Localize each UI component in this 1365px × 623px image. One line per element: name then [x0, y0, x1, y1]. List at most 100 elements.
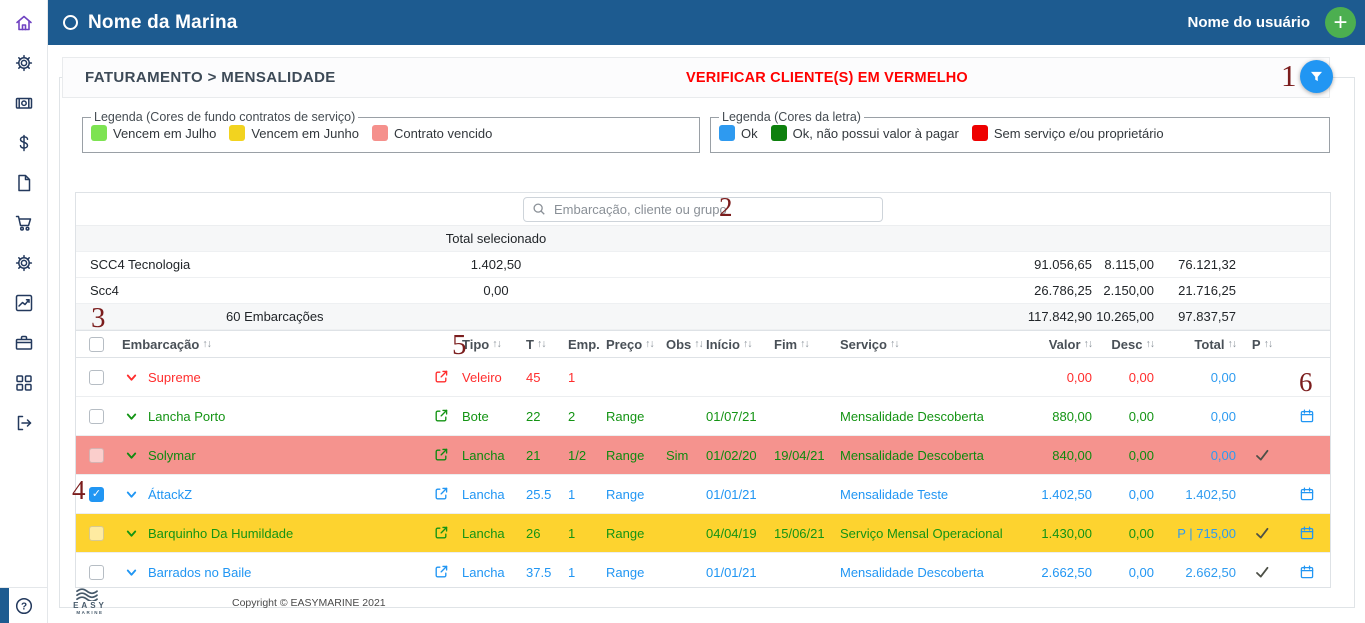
cell-inicio: 04/04/19	[702, 526, 770, 541]
cart-icon	[14, 213, 34, 233]
boat-name[interactable]: ÁttackZ	[144, 487, 424, 502]
open-external-icon[interactable]	[424, 564, 458, 580]
table-row[interactable]: Barrados no Baile Lancha 37.5 1 Range 01…	[76, 553, 1330, 588]
legend-title: Legenda (Cores da letra)	[719, 110, 864, 124]
column-header-valor[interactable]: Valor↑↓	[1006, 337, 1096, 352]
boat-name[interactable]: Barrados no Baile	[144, 565, 424, 580]
sort-icon[interactable]: ↑↓	[1084, 338, 1093, 350]
sort-icon[interactable]: ↑↓	[890, 338, 899, 350]
sort-icon[interactable]: ↑↓	[492, 338, 501, 350]
sidebar-item-settings[interactable]	[13, 53, 35, 73]
open-external-icon[interactable]	[424, 525, 458, 541]
column-header-servico[interactable]: Serviço↑↓	[836, 337, 1006, 352]
sort-icon[interactable]: ↑↓	[1264, 338, 1273, 350]
row-checkbox[interactable]	[89, 370, 104, 385]
search-box[interactable]	[523, 197, 883, 222]
cell-emp: 2	[564, 409, 602, 424]
sidebar-item-purchases[interactable]	[13, 213, 35, 233]
boat-name[interactable]: Lancha Porto	[144, 409, 424, 424]
cell-emp: 1	[564, 487, 602, 502]
boat-name[interactable]: Barquinho Da Humildade	[144, 526, 424, 541]
column-header-t[interactable]: T↑↓	[522, 337, 564, 352]
cell-emp: 1	[564, 565, 602, 580]
table-row[interactable]: Solymar Lancha 21 1/2 Range Sim 01/02/20…	[76, 436, 1330, 475]
column-header-obs[interactable]: Obs↑↓	[662, 337, 702, 352]
column-header-preco[interactable]: Preço↑↓	[602, 337, 662, 352]
sidebar-item-logout[interactable]	[13, 413, 35, 433]
column-header-desc[interactable]: Desc↑↓	[1096, 337, 1158, 352]
sidebar-item-services[interactable]	[13, 333, 35, 353]
row-checkbox[interactable]	[89, 526, 104, 541]
open-external-icon[interactable]	[424, 447, 458, 463]
table-header-row: Embarcação↑↓ Tipo↑↓T↑↓Emp.Preço↑↓Obs↑↓In…	[76, 330, 1330, 358]
sidebar-item-home[interactable]	[13, 13, 35, 33]
column-header-total[interactable]: Total↑↓	[1158, 337, 1240, 352]
sidebar-item-payments[interactable]	[13, 93, 35, 113]
filter-button[interactable]	[1300, 60, 1333, 93]
chart-icon	[14, 293, 34, 313]
cell-emp: 1	[564, 526, 602, 541]
calendar-icon[interactable]	[1284, 486, 1330, 502]
sort-icon[interactable]: ↑↓	[537, 338, 546, 350]
svg-text:?: ?	[20, 601, 26, 612]
summary-label: Scc4	[76, 283, 376, 298]
calendar-icon[interactable]	[1284, 564, 1330, 580]
legend-swatch-icon	[719, 125, 735, 141]
open-external-icon[interactable]	[424, 408, 458, 424]
expand-chevron-icon[interactable]	[118, 410, 144, 423]
paid-check-icon	[1240, 564, 1284, 580]
open-external-icon[interactable]	[424, 369, 458, 385]
row-checkbox[interactable]	[89, 409, 104, 424]
sort-icon[interactable]: ↑↓	[694, 338, 702, 350]
cell-inicio: 01/02/20	[702, 448, 770, 463]
cell-preco: Range	[602, 487, 662, 502]
column-header-embarcacao[interactable]: Embarcação↑↓	[118, 337, 458, 352]
expand-chevron-icon[interactable]	[118, 488, 144, 501]
sidebar-item-modules[interactable]	[13, 373, 35, 393]
boat-name[interactable]: Solymar	[144, 448, 424, 463]
expand-chevron-icon[interactable]	[118, 449, 144, 462]
column-header-inicio[interactable]: Início↑↓	[702, 337, 770, 352]
calendar-icon[interactable]	[1284, 408, 1330, 424]
calendar-icon[interactable]	[1284, 447, 1330, 463]
sidebar-item-reports[interactable]	[13, 293, 35, 313]
column-header-emp[interactable]: Emp.	[564, 337, 602, 352]
legend-label: Contrato vencido	[394, 126, 492, 141]
expand-chevron-icon[interactable]	[118, 527, 144, 540]
add-button[interactable]: +	[1325, 7, 1356, 38]
user-name[interactable]: Nome do usuário	[1187, 14, 1310, 31]
sort-icon[interactable]: ↑↓	[645, 338, 654, 350]
search-input[interactable]	[552, 201, 874, 218]
sort-icon[interactable]: ↑↓	[800, 338, 809, 350]
select-all-checkbox[interactable]	[89, 337, 104, 352]
cell-preco: Range	[602, 526, 662, 541]
column-header-tipo[interactable]: Tipo↑↓	[458, 337, 522, 352]
search-row	[76, 193, 1330, 226]
expand-chevron-icon[interactable]	[118, 371, 144, 384]
sidebar-item-operations[interactable]	[13, 253, 35, 273]
table-row[interactable]: Lancha Porto Bote 22 2 Range 01/07/21 Me…	[76, 397, 1330, 436]
calendar-icon[interactable]	[1284, 525, 1330, 541]
column-header-p[interactable]: P↑↓	[1240, 337, 1284, 352]
sort-icon[interactable]: ↑↓	[1146, 338, 1155, 350]
row-checkbox[interactable]: ✓	[89, 487, 104, 502]
table-row[interactable]: ✓ ÁttackZ Lancha 25.5 1 Range 01/01/21 M…	[76, 475, 1330, 514]
sort-icon[interactable]: ↑↓	[743, 338, 752, 350]
row-checkbox[interactable]	[89, 565, 104, 580]
boat-name[interactable]: Supreme	[144, 370, 424, 385]
open-external-icon[interactable]	[424, 486, 458, 502]
sidebar-item-financial[interactable]	[13, 133, 35, 153]
table-row[interactable]: Supreme Veleiro 45 1 0,00 0,00 0,00	[76, 358, 1330, 397]
table-row[interactable]: Barquinho Da Humildade Lancha 26 1 Range…	[76, 514, 1330, 553]
sort-icon[interactable]: ↑↓	[1228, 338, 1237, 350]
sort-icon[interactable]: ↑↓	[202, 338, 211, 350]
column-header-fim[interactable]: Fim↑↓	[770, 337, 836, 352]
annotation-2: 2	[719, 194, 733, 221]
row-checkbox[interactable]	[89, 448, 104, 463]
cell-desc: 0,00	[1096, 370, 1158, 385]
annotation-4: 4	[72, 477, 86, 504]
cell-valor: 1.402,50	[1006, 487, 1096, 502]
sidebar-item-documents[interactable]	[13, 173, 35, 193]
legend-swatch-icon	[972, 125, 988, 141]
expand-chevron-icon[interactable]	[118, 566, 144, 579]
